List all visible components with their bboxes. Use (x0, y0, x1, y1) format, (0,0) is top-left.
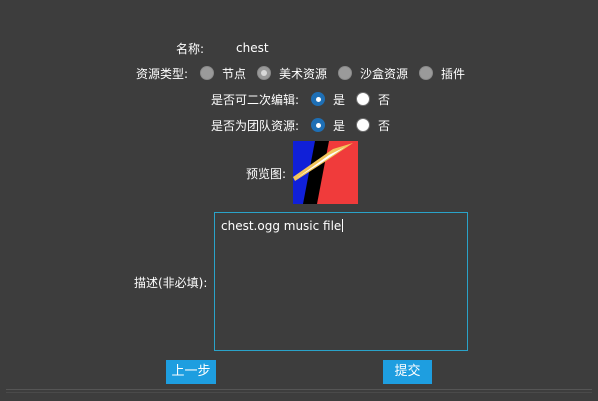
team-yes-label[interactable]: 是 (333, 118, 345, 134)
submit-button[interactable]: 提交 (383, 360, 432, 384)
description-label: 描述(非必填): (134, 276, 208, 290)
team-yes-radio[interactable] (311, 118, 325, 132)
upload-resource-dialog: 名称: chest 资源类型: 节点 美术资源 沙盒资源 插件 是否可二次编辑:… (0, 0, 598, 401)
type-radio-plugin[interactable] (419, 66, 433, 80)
editable-yes-radio[interactable] (311, 92, 325, 106)
type-option-sandbox[interactable]: 沙盒资源 (360, 66, 408, 82)
type-option-plugin[interactable]: 插件 (441, 66, 465, 82)
editable-no-label[interactable]: 否 (378, 92, 390, 108)
name-label: 名称: (176, 42, 205, 56)
editable-label: 是否可二次编辑: (211, 93, 300, 107)
type-option-node[interactable]: 节点 (222, 66, 246, 82)
description-text: chest.ogg music file (221, 219, 344, 233)
team-label: 是否为团队资源: (211, 119, 300, 133)
description-textarea[interactable]: chest.ogg music file (214, 212, 468, 351)
editable-yes-label[interactable]: 是 (333, 92, 345, 108)
type-radio-node[interactable] (200, 66, 214, 80)
type-radio-sandbox[interactable] (338, 66, 352, 80)
bottom-divider-shadow (6, 392, 592, 393)
name-value: chest (236, 41, 269, 55)
editable-no-radio[interactable] (356, 92, 370, 106)
preview-label: 预览图: (246, 167, 287, 181)
resource-type-label: 资源类型: (136, 67, 189, 81)
type-option-art[interactable]: 美术资源 (279, 66, 327, 82)
bottom-divider (6, 389, 592, 390)
preview-artwork-icon (293, 141, 358, 204)
type-radio-art[interactable] (257, 66, 271, 80)
prev-step-button[interactable]: 上一步 (166, 360, 216, 384)
team-no-label[interactable]: 否 (378, 118, 390, 134)
text-caret (342, 219, 344, 232)
preview-image[interactable] (293, 141, 358, 204)
team-no-radio[interactable] (356, 118, 370, 132)
